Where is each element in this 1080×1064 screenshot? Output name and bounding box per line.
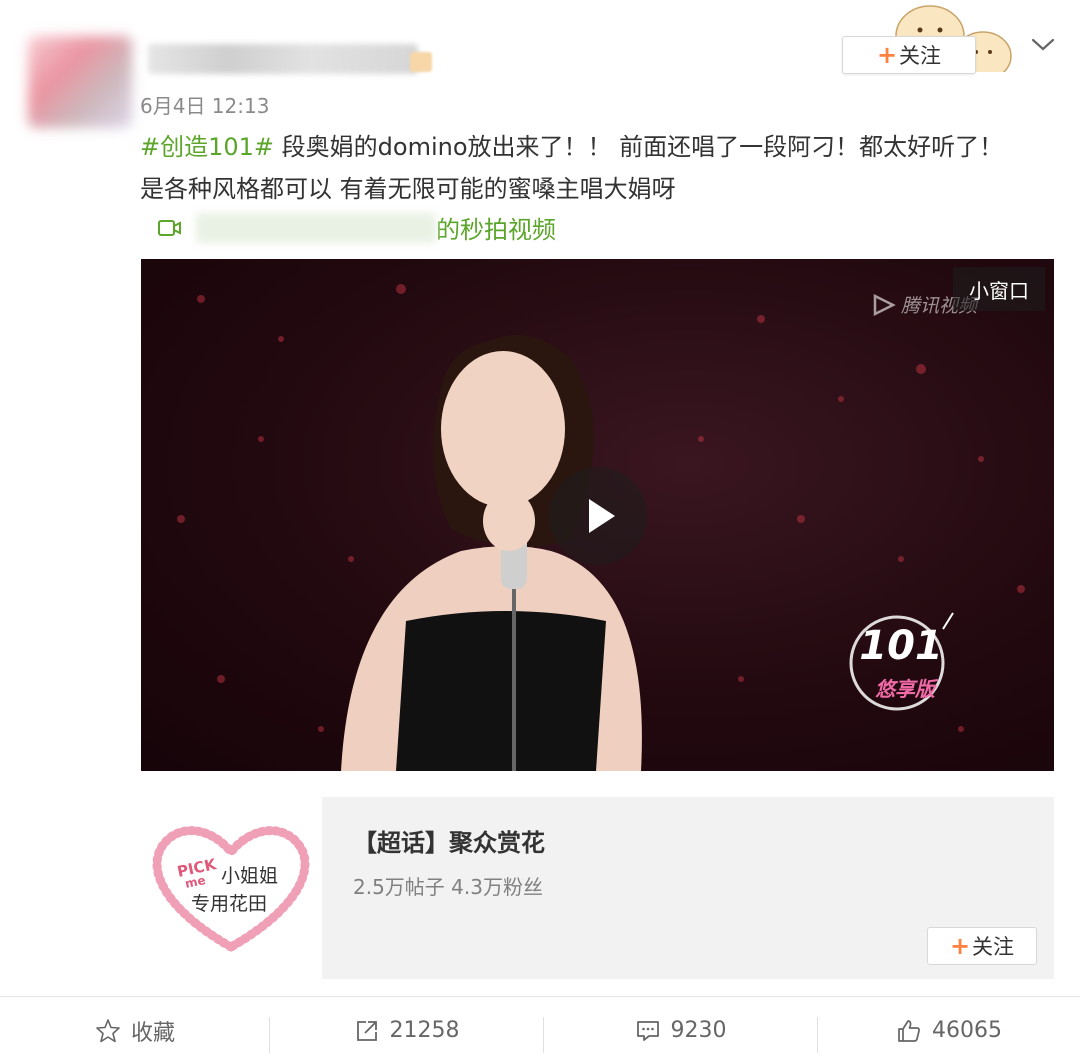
post-text-line2: 是各种风格都可以 有着无限可能的蜜嗓主唱大娟呀 — [140, 175, 676, 203]
vip-badge-icon — [410, 52, 432, 72]
post-text-line1: 段奥娟的domino放出来了！！ 前面还唱了一段阿刁！都太好听了！ — [274, 133, 1004, 161]
repost-icon — [356, 1020, 377, 1041]
thumb-line1: 小姐姐 — [221, 865, 279, 887]
plus-icon: + — [949, 932, 971, 960]
thumbs-up-icon — [898, 1019, 920, 1042]
thumb-line2: 专用花田 — [191, 893, 268, 915]
action-bar: 收藏 21258 9230 46065 — [0, 996, 1080, 1064]
topic-follow-button[interactable]: + 关注 — [927, 927, 1037, 965]
post-text: #创造101# 段奥娟的domino放出来了！！ 前面还唱了一段阿刁！都太好听了… — [140, 126, 1040, 210]
topic-follow-label: 关注 — [972, 935, 1015, 959]
comment-icon — [636, 1020, 659, 1041]
like-count: 46065 — [932, 1018, 1002, 1043]
repost-count: 21258 — [389, 1018, 460, 1043]
topic-stats: 2.5万帖子 4.3万粉丝 — [353, 875, 543, 899]
heart-frame-icon — [152, 826, 310, 953]
show-101-logo: 101 悠享版 — [843, 609, 959, 719]
play-button[interactable] — [549, 467, 647, 565]
plus-icon: + — [876, 41, 898, 69]
star-icon — [96, 1018, 120, 1042]
play-icon — [589, 499, 615, 533]
favorite-button[interactable]: 收藏 — [0, 997, 270, 1064]
video-author-blurred — [196, 212, 436, 243]
tencent-video-logo-icon — [873, 293, 896, 316]
super-topic-card[interactable]: PICK me 小姐姐 专用花田 【超话】聚众赏花 2.5万帖子 4.3万粉丝 … — [141, 797, 1054, 979]
video-camera-icon — [158, 219, 181, 236]
mini-window-button[interactable]: 小窗口 — [953, 267, 1045, 311]
username-blurred[interactable] — [148, 44, 418, 74]
logo-caption: 悠享版 — [875, 677, 935, 701]
like-button[interactable]: 46065 — [818, 997, 1080, 1064]
user-avatar-blurred[interactable] — [28, 36, 132, 128]
topic-thumbnail: PICK me 小姐姐 专用花田 — [141, 797, 322, 979]
video-link-suffix: 的秒拍视频 — [436, 216, 556, 244]
comment-count: 9230 — [670, 1018, 727, 1043]
comment-button[interactable]: 9230 — [544, 997, 817, 1064]
follow-button[interactable]: + 关注 — [842, 36, 976, 74]
repost-button[interactable]: 21258 — [270, 997, 543, 1064]
favorite-label: 收藏 — [130, 1020, 175, 1046]
follow-label: 关注 — [899, 44, 942, 68]
video-player[interactable]: 腾讯视频 小窗口 101 悠享版 — [141, 259, 1054, 771]
logo-number: 101 — [859, 623, 943, 669]
chevron-down-icon[interactable] — [1028, 30, 1058, 60]
post-time[interactable]: 6月4日 12:13 — [140, 90, 269, 119]
topic-title[interactable]: 【超话】聚众赏花 — [353, 823, 545, 858]
hashtag-link[interactable]: #创造101# — [140, 133, 274, 161]
video-link[interactable]: 的秒拍视频 — [158, 210, 556, 245]
